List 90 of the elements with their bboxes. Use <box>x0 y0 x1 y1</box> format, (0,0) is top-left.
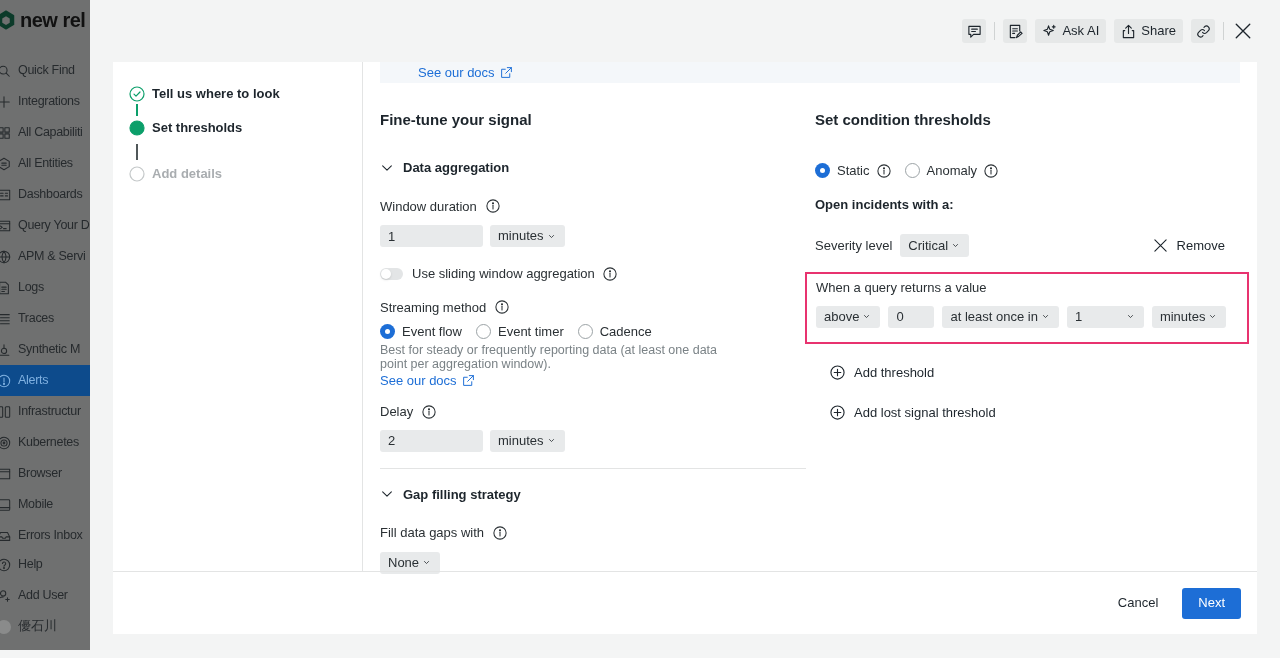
info-icon <box>485 199 500 214</box>
avatar-icon <box>0 619 11 634</box>
help-text: Best for steady or frequently reporting data (at least one data point per aggregation window). <box>380 342 718 371</box>
duration-select[interactable]: 1 <box>1066 305 1144 328</box>
hexagon-icon <box>0 156 11 171</box>
info-icon <box>495 300 510 315</box>
radio-button[interactable] <box>476 324 491 340</box>
grid-icon <box>0 125 11 140</box>
unit-select[interactable]: minutes <box>490 225 565 247</box>
info-icon <box>493 525 508 540</box>
add-button[interactable]: Add threshold <box>830 363 935 383</box>
share-button[interactable]: Share <box>1114 19 1183 43</box>
radio-button[interactable] <box>815 163 830 179</box>
field-label: Streaming method <box>380 298 487 317</box>
section-title: Fine-tune your signal <box>380 109 533 130</box>
info-icon <box>422 404 437 419</box>
operator-select[interactable]: above <box>816 305 881 328</box>
link-icon <box>1195 23 1211 39</box>
circle-icon <box>129 166 145 182</box>
info-icon <box>984 163 999 178</box>
section-title: Set condition thresholds <box>815 109 992 130</box>
radio-button[interactable] <box>380 324 395 340</box>
unit-select[interactable]: minutes <box>490 429 565 452</box>
field-label: Fill data gaps with <box>380 524 485 542</box>
field-label: Severity level <box>815 236 893 255</box>
radio-option[interactable]: Cadence <box>577 322 652 342</box>
radio-option[interactable]: Anomaly <box>904 161 999 181</box>
stepper-step[interactable]: Tell us where to look <box>129 86 362 102</box>
section-toggle[interactable]: Gap filling strategy <box>380 484 806 504</box>
occurrence-select[interactable]: at least once in <box>942 305 1059 328</box>
notes-button[interactable] <box>1003 19 1028 43</box>
stepper-step[interactable]: Set thresholds <box>129 120 362 136</box>
sidebar-item[interactable]: Alerts <box>0 365 90 396</box>
fill-select[interactable]: None <box>380 551 441 574</box>
sparkle-icon <box>1042 23 1058 39</box>
chat-bubble-icon <box>966 23 982 39</box>
copy-link-button[interactable] <box>1191 19 1215 43</box>
close-icon <box>1152 238 1168 253</box>
toggle-label: Use sliding window aggregation <box>412 265 595 283</box>
unit-select[interactable]: minutes <box>1151 305 1227 328</box>
robot-icon <box>0 342 11 357</box>
check-circle-icon <box>129 86 145 102</box>
share-icon <box>1121 23 1137 39</box>
field-label: Delay <box>380 403 414 421</box>
severity-select[interactable]: Critical <box>900 234 970 257</box>
target-icon <box>0 435 11 450</box>
cancel-button[interactable]: Cancel <box>1107 587 1169 619</box>
logo-text: new rel <box>20 8 86 33</box>
browser-icon <box>0 466 11 481</box>
docs-link[interactable]: See our docs <box>418 63 513 83</box>
globe-icon <box>0 249 11 264</box>
comment-button[interactable] <box>962 19 987 43</box>
alert-icon <box>0 373 11 388</box>
terminal-icon <box>0 218 11 233</box>
help-icon <box>0 557 11 572</box>
number-input[interactable]: 1 <box>380 225 483 247</box>
info-icon <box>876 163 891 178</box>
circle-icon <box>129 120 145 136</box>
document-edit-icon <box>1007 23 1023 39</box>
plus-icon <box>0 94 11 109</box>
close-icon <box>1234 22 1252 40</box>
radio-option[interactable]: Event timer <box>476 322 564 342</box>
external-link-icon <box>461 373 475 387</box>
tablet-icon <box>0 497 11 512</box>
radio-option[interactable]: Event flow <box>380 322 462 342</box>
add-user-icon <box>0 588 11 603</box>
dashboard-icon <box>0 187 11 202</box>
add-button[interactable]: Add lost signal threshold <box>830 402 996 422</box>
plus-circle-icon <box>830 365 845 381</box>
remove-button[interactable]: Remove <box>1152 235 1225 256</box>
radio-button[interactable] <box>577 324 593 340</box>
next-button[interactable]: Next <box>1182 587 1241 619</box>
list-icon <box>0 311 11 326</box>
radio-option[interactable]: Static <box>815 161 891 181</box>
ask-ai-button[interactable]: Ask AI <box>1035 19 1107 43</box>
toggle-switch[interactable] <box>380 267 403 280</box>
threshold-input[interactable]: 0 <box>888 305 935 328</box>
info-icon <box>602 266 617 281</box>
search-icon <box>0 63 11 78</box>
external-link-icon <box>499 66 513 80</box>
server-icon <box>0 404 11 419</box>
field-label: When a query returns a value <box>816 279 988 297</box>
radio-button[interactable] <box>904 163 920 179</box>
document-icon <box>0 280 11 295</box>
plus-circle-icon <box>830 404 845 420</box>
section-toggle[interactable]: Data aggregation <box>380 158 806 178</box>
number-input[interactable]: 2 <box>380 429 483 452</box>
docs-link[interactable]: See our docs <box>380 370 475 390</box>
field-label: Window duration <box>380 197 477 216</box>
field-label: Open incidents with a: <box>815 195 955 214</box>
